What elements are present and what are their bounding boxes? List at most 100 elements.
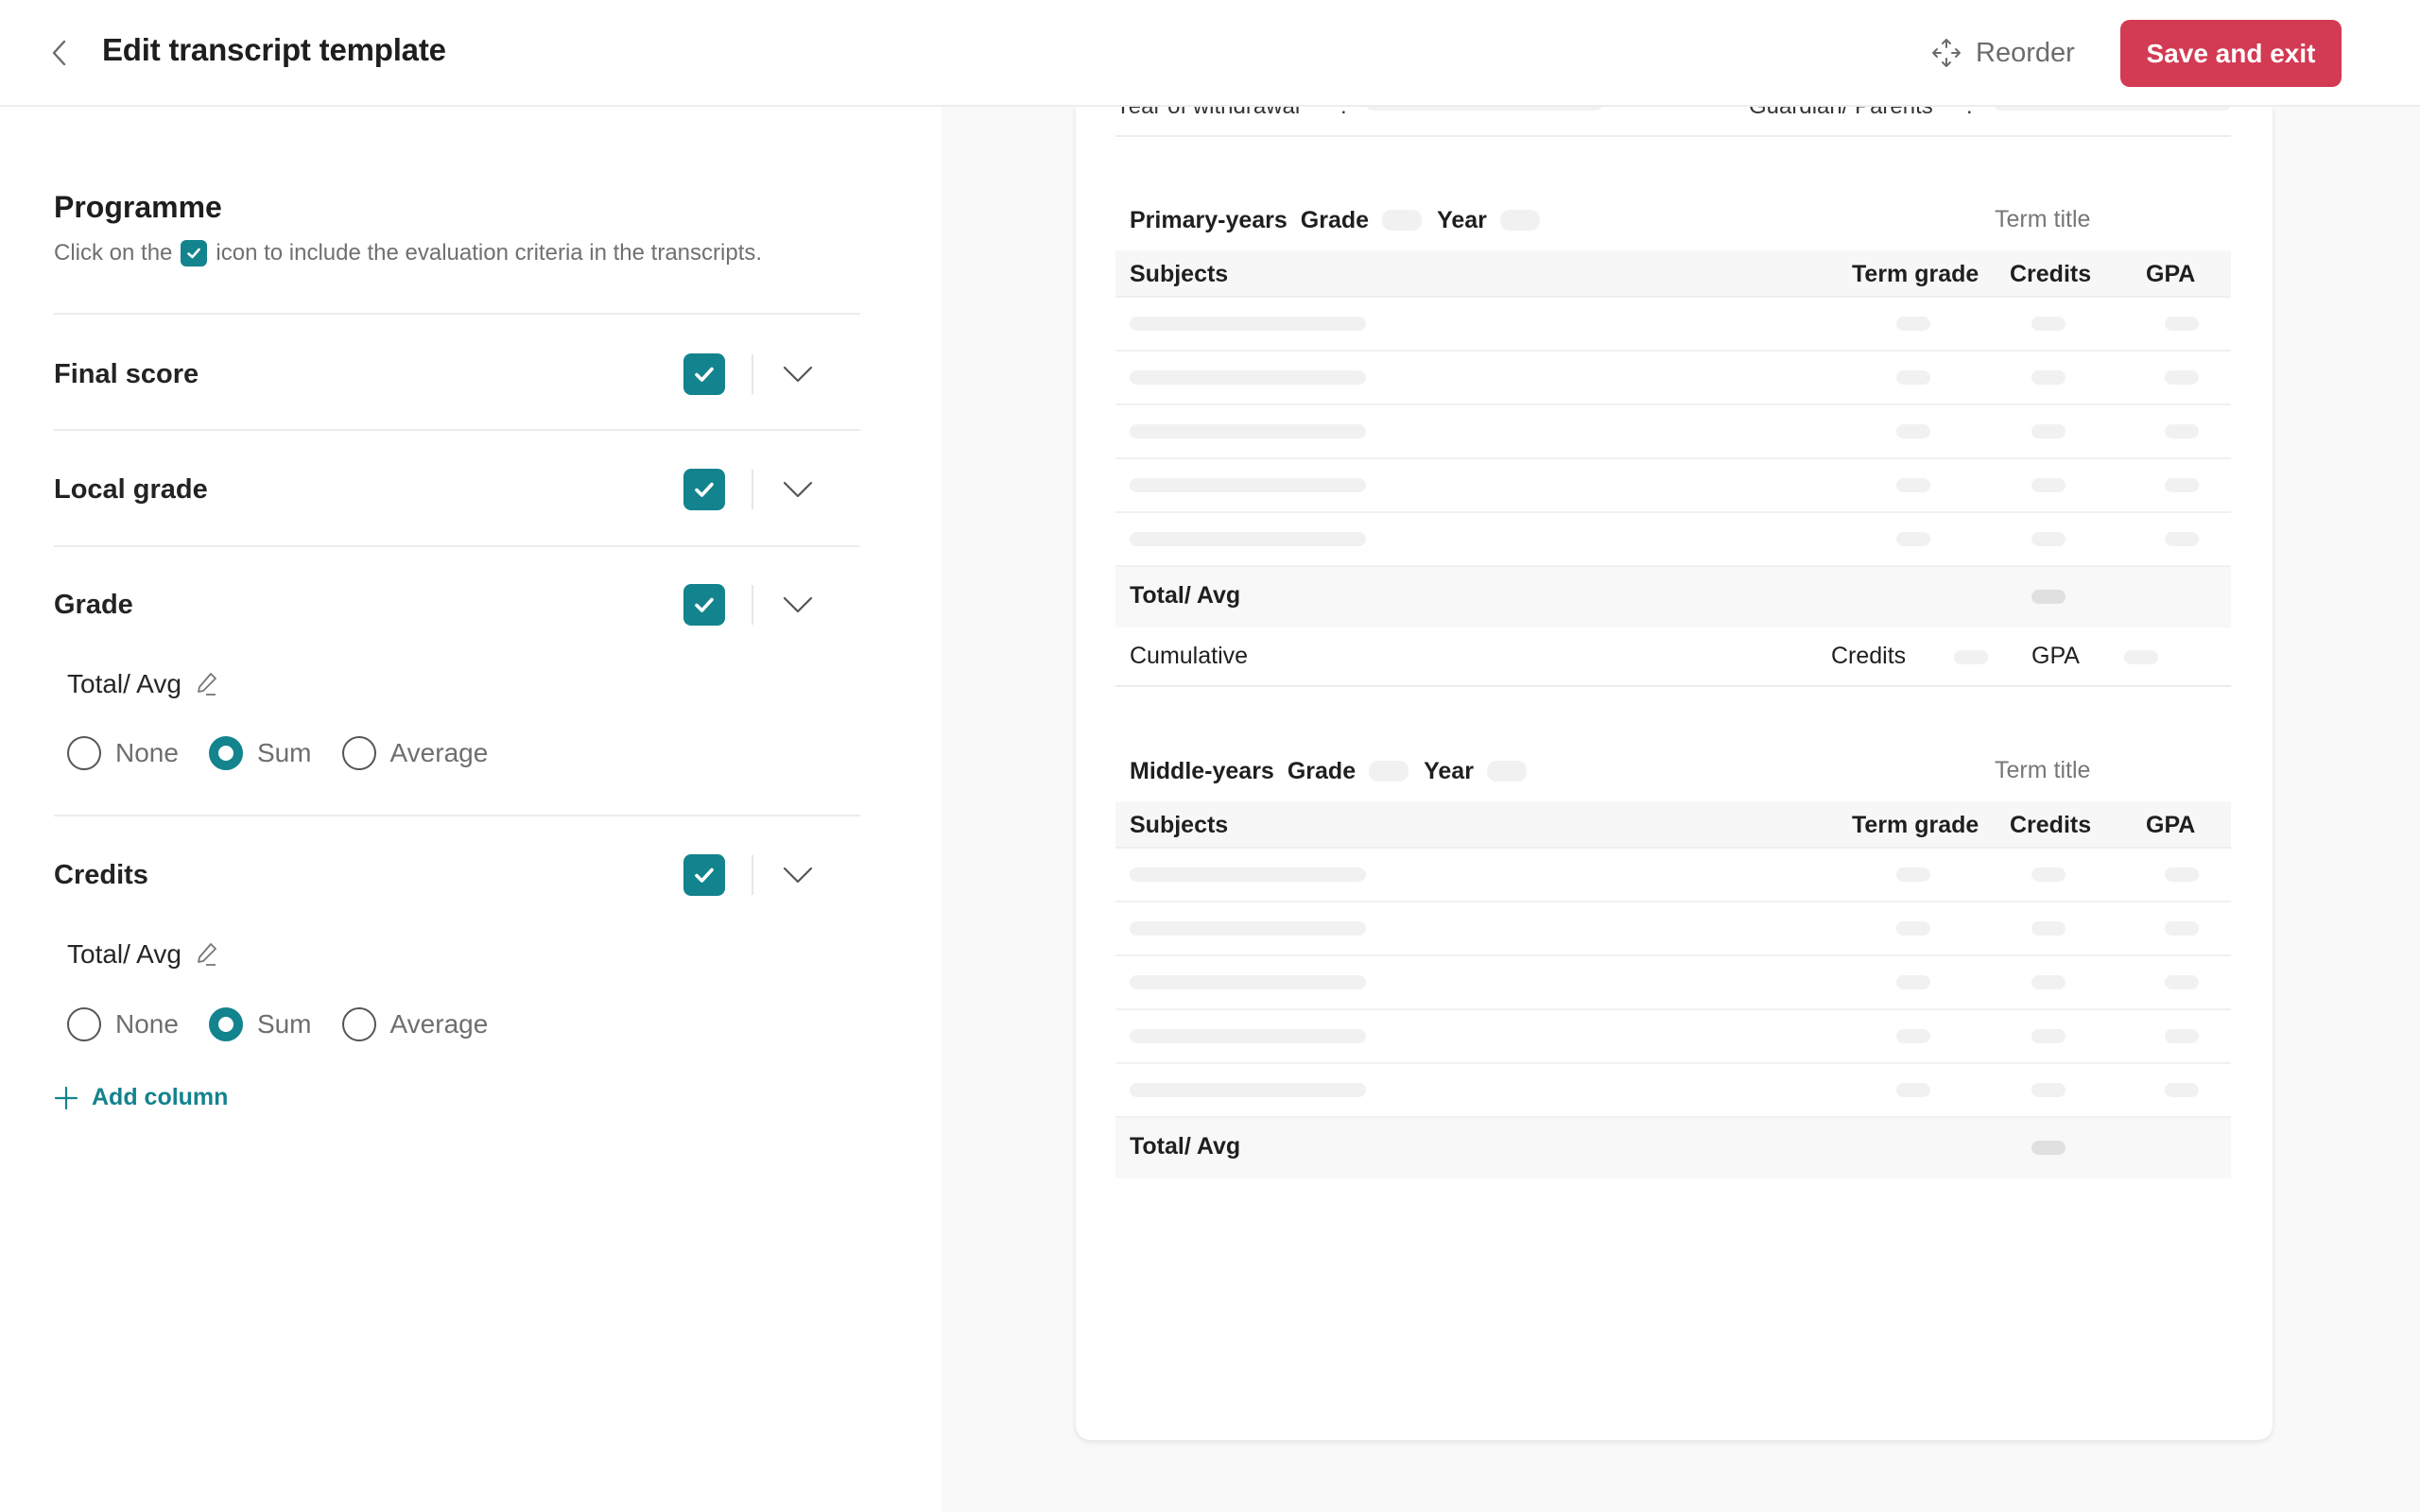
gpa-placeholder xyxy=(2165,317,2199,331)
total-label: Total/ Avg xyxy=(1130,1133,1241,1160)
radio-sum[interactable]: Sum xyxy=(208,1007,312,1041)
term-title: Term title xyxy=(1995,206,2091,232)
term-grade-placeholder xyxy=(1896,975,1930,989)
programme-name: Middle-years xyxy=(1130,757,1274,784)
total-placeholder xyxy=(2031,1141,2066,1155)
programme-instructions: Click on the icon to include the evaluat… xyxy=(54,240,762,266)
credits-placeholder xyxy=(2031,424,2066,438)
add-column-label: Add column xyxy=(92,1084,229,1110)
plus-icon xyxy=(54,1086,78,1109)
subject-placeholder xyxy=(1130,478,1366,492)
expand-toggle[interactable] xyxy=(782,589,814,621)
gpa-placeholder xyxy=(2165,478,2199,492)
radio-none[interactable]: None xyxy=(67,1007,179,1041)
include-checkbox[interactable] xyxy=(683,353,725,395)
include-checkbox[interactable] xyxy=(683,469,725,510)
criterion-label: Credits xyxy=(54,859,148,890)
term-grade-placeholder xyxy=(1896,921,1930,936)
radio-sum[interactable]: Sum xyxy=(208,736,312,770)
radio-label: Average xyxy=(389,1009,489,1039)
placeholder-bar xyxy=(1366,107,1602,111)
year-label: Year xyxy=(1437,206,1487,233)
credits-total-avg: Total/ Avg xyxy=(67,939,219,970)
criteria-panel: Programme Click on the icon to include t… xyxy=(0,107,942,1512)
gpa-placeholder xyxy=(2165,370,2199,385)
divider xyxy=(54,815,860,816)
credits-total-avg-options: None Sum Average xyxy=(67,1007,518,1041)
back-button[interactable] xyxy=(42,34,76,72)
credits-placeholder xyxy=(2031,1083,2066,1097)
table-row xyxy=(1115,513,2231,567)
grade-placeholder xyxy=(1369,761,1409,782)
chevron-down-icon xyxy=(783,596,813,613)
criterion-label: Final score xyxy=(54,358,199,389)
table-header: Subjects Term grade Credits GPA xyxy=(1115,250,2231,298)
chevron-down-icon xyxy=(783,366,813,383)
radio-average[interactable]: Average xyxy=(341,736,488,770)
cumulative-row: Cumulative Credits GPA xyxy=(1115,627,2231,687)
expand-toggle[interactable] xyxy=(782,859,814,891)
term-title: Term title xyxy=(1995,757,2091,783)
term-grade-placeholder xyxy=(1896,478,1930,492)
include-checkbox[interactable] xyxy=(683,854,725,896)
include-checkbox[interactable] xyxy=(683,584,725,626)
check-icon xyxy=(695,868,714,883)
cumulative-label: Cumulative xyxy=(1130,643,1249,669)
credits-placeholder xyxy=(2031,1029,2066,1043)
criterion-final-score: Final score xyxy=(54,341,860,407)
subject-placeholder xyxy=(1130,1029,1366,1043)
checkbox-checked-icon xyxy=(181,240,208,266)
grade-label: Grade xyxy=(1300,206,1370,233)
credits-placeholder xyxy=(2031,370,2066,385)
credits-placeholder xyxy=(1954,650,1988,664)
term-grade-placeholder xyxy=(1896,317,1930,331)
credits-placeholder xyxy=(2031,532,2066,546)
pencil-icon[interactable] xyxy=(195,941,219,968)
radio-none[interactable]: None xyxy=(67,736,179,770)
add-column-button[interactable]: Add column xyxy=(54,1084,228,1111)
page-title: Edit transcript template xyxy=(102,32,446,67)
gpa-placeholder xyxy=(2165,975,2199,989)
table-row xyxy=(1115,849,2231,902)
expand-toggle[interactable] xyxy=(782,358,814,390)
subject-placeholder xyxy=(1130,532,1366,546)
radio-label: None xyxy=(115,738,179,767)
col-gpa: GPA xyxy=(2146,261,2196,287)
reorder-button[interactable]: Reorder xyxy=(1930,28,2075,77)
radio-button[interactable] xyxy=(67,736,101,770)
total-label: Total/ Avg xyxy=(1130,582,1241,609)
col-credits: Credits xyxy=(2010,261,2092,287)
radio-button-selected[interactable] xyxy=(208,1007,243,1041)
total-avg-label: Total/ Avg xyxy=(67,669,182,698)
pencil-icon[interactable] xyxy=(195,671,219,697)
table-header: Subjects Term grade Credits GPA xyxy=(1115,801,2231,849)
save-and-exit-button[interactable]: Save and exit xyxy=(2120,20,2342,87)
gpa-placeholder xyxy=(2165,1083,2199,1097)
table-row xyxy=(1115,352,2231,405)
credits-placeholder xyxy=(2031,478,2066,492)
subject-placeholder xyxy=(1130,868,1366,882)
cumulative-gpa-label: GPA xyxy=(2031,643,2080,669)
section-header-middle: Middle-years Grade Year xyxy=(1130,752,1542,790)
chevron-left-icon xyxy=(52,40,66,66)
col-subjects: Subjects xyxy=(1130,261,1229,287)
radio-button[interactable] xyxy=(341,736,376,770)
grade-label: Grade xyxy=(1287,757,1357,784)
col-term-grade: Term grade xyxy=(1852,812,1979,838)
radio-button[interactable] xyxy=(341,1007,376,1041)
radio-button-selected[interactable] xyxy=(208,736,243,770)
subject-placeholder xyxy=(1130,975,1366,989)
radio-average[interactable]: Average xyxy=(341,1007,489,1041)
radio-button[interactable] xyxy=(67,1007,101,1041)
student-info-row: Year of withdrawal : Guardian/ Parents : xyxy=(1115,107,2231,131)
separator xyxy=(752,855,753,895)
check-icon xyxy=(695,367,714,382)
colon: : xyxy=(1340,107,1347,120)
term-grade-placeholder xyxy=(1896,1083,1930,1097)
divider xyxy=(54,313,860,315)
expand-toggle[interactable] xyxy=(782,473,814,506)
total-row: Total/ Avg xyxy=(1115,1118,2231,1178)
year-label: Year xyxy=(1424,757,1474,784)
term-grade-placeholder xyxy=(1896,532,1930,546)
placeholder-bar xyxy=(1995,107,2231,111)
